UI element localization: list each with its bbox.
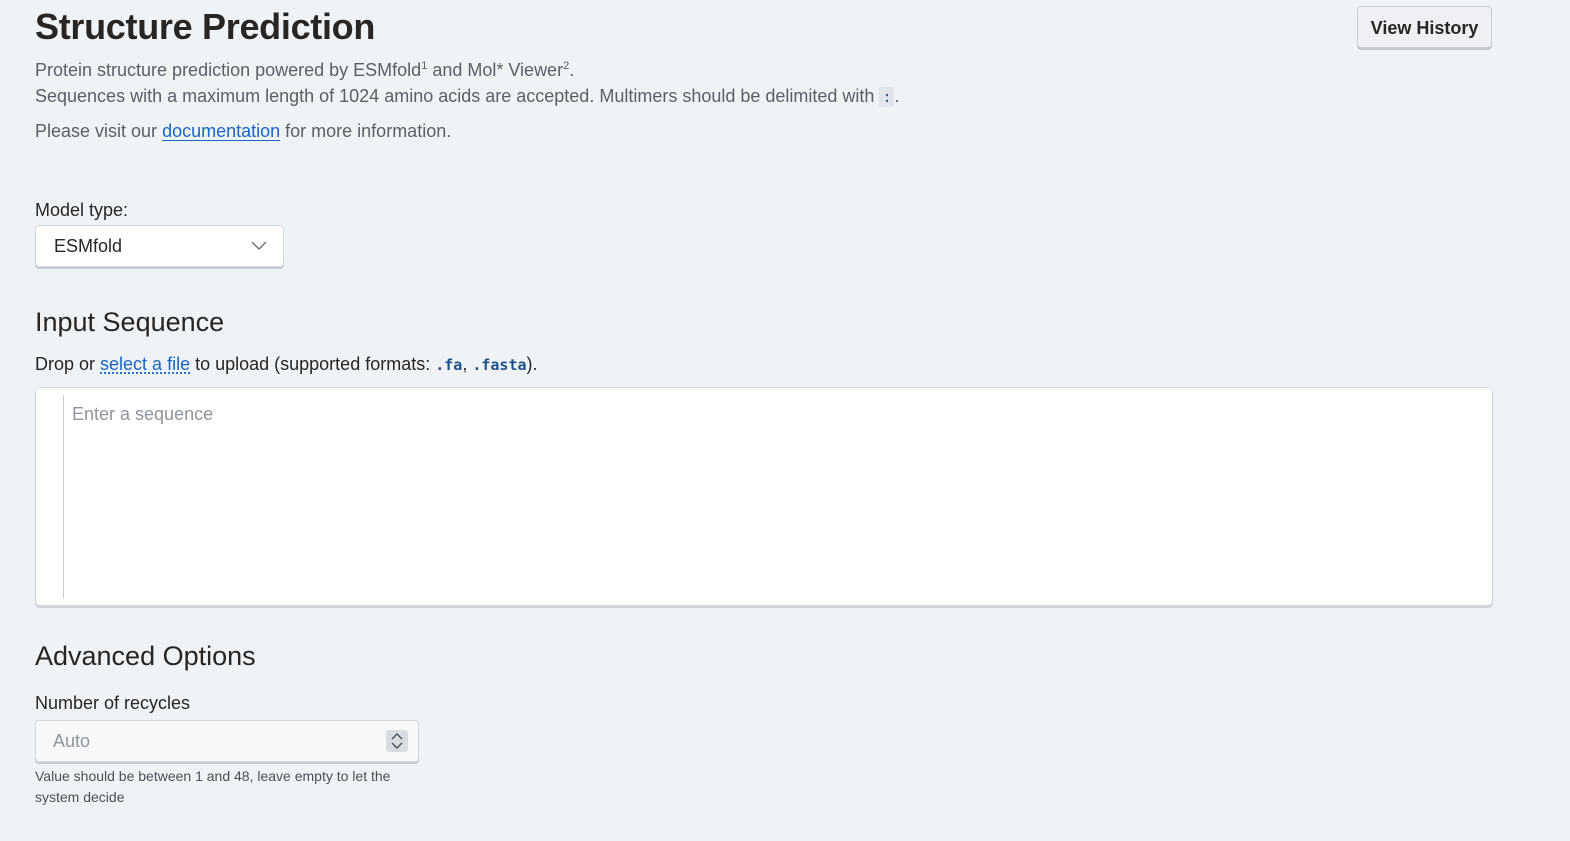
recycles-help-text: Value should be between 1 and 48, leave … bbox=[35, 768, 391, 805]
description-text: . bbox=[569, 60, 575, 80]
recycles-input[interactable] bbox=[53, 731, 373, 752]
model-type-value: ESMfold bbox=[54, 236, 123, 256]
description-text: for more information. bbox=[280, 121, 452, 141]
sequence-editor bbox=[35, 387, 1493, 606]
view-history-button[interactable]: View History bbox=[1357, 6, 1492, 48]
upload-hint-text: Drop or bbox=[35, 354, 101, 374]
recycles-label: Number of recycles bbox=[35, 693, 191, 713]
input-sequence-heading: Input Sequence bbox=[35, 307, 225, 337]
chevron-up-icon[interactable] bbox=[391, 733, 403, 740]
multimer-delimiter-code: : bbox=[879, 87, 895, 107]
advanced-options-heading: Advanced Options bbox=[35, 641, 256, 671]
description-line-2: Sequences with a maximum length of 1024 … bbox=[35, 86, 899, 107]
chevron-down-icon[interactable] bbox=[391, 742, 403, 749]
select-file-link[interactable]: select a file bbox=[100, 354, 190, 374]
editor-gutter bbox=[63, 395, 64, 598]
upload-hint-separator: , bbox=[462, 354, 473, 374]
description-text: Please visit our bbox=[35, 121, 163, 141]
description-text: Sequences with a maximum length of 1024 … bbox=[35, 86, 880, 106]
upload-hint-text: to upload (supported formats: bbox=[190, 354, 436, 374]
upload-hint: Drop or select a file to upload (support… bbox=[35, 354, 538, 375]
chevron-down-icon bbox=[251, 241, 267, 250]
recycles-field bbox=[35, 720, 419, 762]
format-fasta-code: .fasta bbox=[472, 356, 527, 374]
description-line-3: Please visit our documentation for more … bbox=[35, 121, 451, 142]
sequence-input[interactable] bbox=[66, 404, 1472, 594]
format-fa-code: .fa bbox=[435, 356, 463, 374]
description-line-1: Protein structure prediction powered by … bbox=[35, 60, 574, 81]
page-title: Structure Prediction bbox=[35, 6, 376, 47]
upload-hint-text: ). bbox=[526, 354, 538, 374]
description-text: and Mol* Viewer bbox=[427, 60, 564, 80]
model-type-label: Model type: bbox=[35, 200, 129, 220]
description-text: . bbox=[894, 86, 900, 106]
documentation-link[interactable]: documentation bbox=[162, 121, 280, 141]
description-text: Protein structure prediction powered by … bbox=[35, 60, 422, 80]
model-type-select[interactable]: ESMfold bbox=[35, 225, 284, 267]
recycles-stepper[interactable] bbox=[386, 730, 408, 752]
structure-prediction-page: Structure Prediction View History Protei… bbox=[0, 0, 1570, 841]
